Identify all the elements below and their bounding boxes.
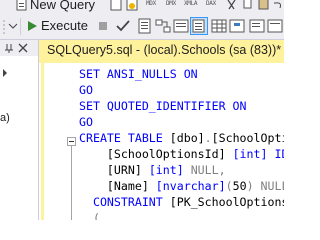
query-editor[interactable]: SET ANSI_NULLS ON GO SET QUOTED_IDENTIFIER… xyxy=(39,63,284,220)
code-token: IDENTITY xyxy=(274,147,284,161)
code-line: GO xyxy=(79,82,93,98)
code-line: GO xyxy=(79,114,93,130)
code-line: CONSTRAINT [PK_SchoolOptions] xyxy=(79,194,284,210)
new-query-label: New Query xyxy=(30,0,96,12)
code-token: [SchoolOptionsId] xyxy=(106,147,226,161)
code-token: CREATE TABLE xyxy=(79,131,170,145)
code-line: [SchoolOptionsId] [int] IDENTITY xyxy=(79,146,284,162)
display-plan-icon[interactable] xyxy=(154,17,172,35)
object-explorer-panel: a) xyxy=(0,40,39,220)
object-explorer-header xyxy=(0,40,38,56)
code-token: [nvarchar] xyxy=(155,179,226,193)
uncomment-lines-icon[interactable] xyxy=(266,17,284,35)
execute-button[interactable]: Execute xyxy=(22,17,92,35)
stop-icon[interactable] xyxy=(98,21,110,33)
code-line: SET ANSI_NULLS ON xyxy=(79,66,198,82)
new-query-button[interactable]: New Query xyxy=(14,0,102,12)
object-explorer-tree: a) xyxy=(0,56,38,220)
code-token: ( xyxy=(225,179,233,193)
results-to-file-icon[interactable] xyxy=(228,17,246,35)
results-grid-icon xyxy=(192,19,205,33)
tab-sqlquery5[interactable]: SQLQuery5.sql - (local).Schools (sa (83)… xyxy=(39,40,284,61)
code-line: [URN] [int] NULL, xyxy=(79,162,226,178)
code-token: ) xyxy=(246,179,254,193)
xmla-query-button[interactable]: XMLA xyxy=(184,1,198,7)
code-token: , xyxy=(218,163,226,177)
db-query-icon[interactable] xyxy=(126,0,140,12)
comment-lines-icon[interactable] xyxy=(248,17,266,35)
code-token: CONSTRAINT xyxy=(79,195,170,209)
code-line: CREATE TABLE [dbo].[SchoolOptions] xyxy=(79,130,284,146)
close-icon[interactable] xyxy=(18,43,28,53)
change-tracking-margin xyxy=(41,63,44,220)
tree-node-label[interactable]: a) xyxy=(0,112,10,124)
code-token: [dbo] xyxy=(169,131,205,145)
results-to-grid-button[interactable] xyxy=(190,17,208,35)
code-line: [Name] [nvarchar](50) NULL xyxy=(79,178,284,194)
code-token: [Name] xyxy=(106,179,149,193)
code-token: [SchoolOptions] xyxy=(211,131,284,145)
fold-line xyxy=(71,143,72,220)
toolbar-grip-icon xyxy=(3,20,5,34)
dmx-query-button[interactable]: DMX xyxy=(166,1,176,7)
cut-icon[interactable] xyxy=(226,0,238,12)
execute-label: Execute xyxy=(41,18,88,33)
top-toolbar: New Query MDX DMX XMLA DAX xyxy=(0,0,284,14)
toolbar-separator xyxy=(20,18,21,35)
database-dropdown-icon[interactable] xyxy=(8,20,18,32)
code-token: 50 xyxy=(232,179,247,193)
code-token: SET QUOTED_IDENTIFIER ON xyxy=(79,99,247,113)
paste-icon[interactable] xyxy=(258,0,270,12)
code-line: ( xyxy=(79,210,100,220)
code-token: [int] xyxy=(232,147,268,161)
copy-icon[interactable] xyxy=(242,0,254,12)
code-token: NULL xyxy=(183,163,219,177)
query-type-icon[interactable] xyxy=(110,0,124,12)
parse-check-icon[interactable] xyxy=(116,19,130,33)
expand-icon[interactable] xyxy=(1,68,9,78)
code-token: [URN] xyxy=(106,163,142,177)
play-icon xyxy=(28,21,37,31)
collapse-icon[interactable] xyxy=(67,137,76,146)
document-tab-strip: SQLQuery5.sql - (local).Schools (sa (83)… xyxy=(39,40,284,62)
mdx-query-button[interactable]: MDX xyxy=(146,1,156,7)
new-query-icon xyxy=(16,0,27,11)
code-token: NULL xyxy=(260,179,284,193)
sql-editor-toolbar: Execute xyxy=(0,14,284,40)
dax-query-button[interactable]: DAX xyxy=(206,1,216,7)
code-token: GO xyxy=(79,83,93,97)
results-to-grid-icon[interactable] xyxy=(210,17,228,35)
tab-title: SQLQuery5.sql - (local).Schools (sa (83)… xyxy=(47,43,282,57)
results-to-text-icon[interactable] xyxy=(136,17,154,35)
code-token: ( xyxy=(79,211,100,220)
undo-icon[interactable] xyxy=(272,0,284,12)
code-token: SET ANSI_NULLS ON xyxy=(79,67,198,81)
code-token: [int] xyxy=(148,163,184,177)
query-options-icon[interactable] xyxy=(172,17,190,35)
code-token: . xyxy=(204,131,212,145)
pin-icon[interactable] xyxy=(4,43,14,53)
code-token: [PK_SchoolOptions] xyxy=(169,195,284,209)
code-token: GO xyxy=(79,115,93,129)
code-line: SET QUOTED_IDENTIFIER ON xyxy=(79,98,247,114)
